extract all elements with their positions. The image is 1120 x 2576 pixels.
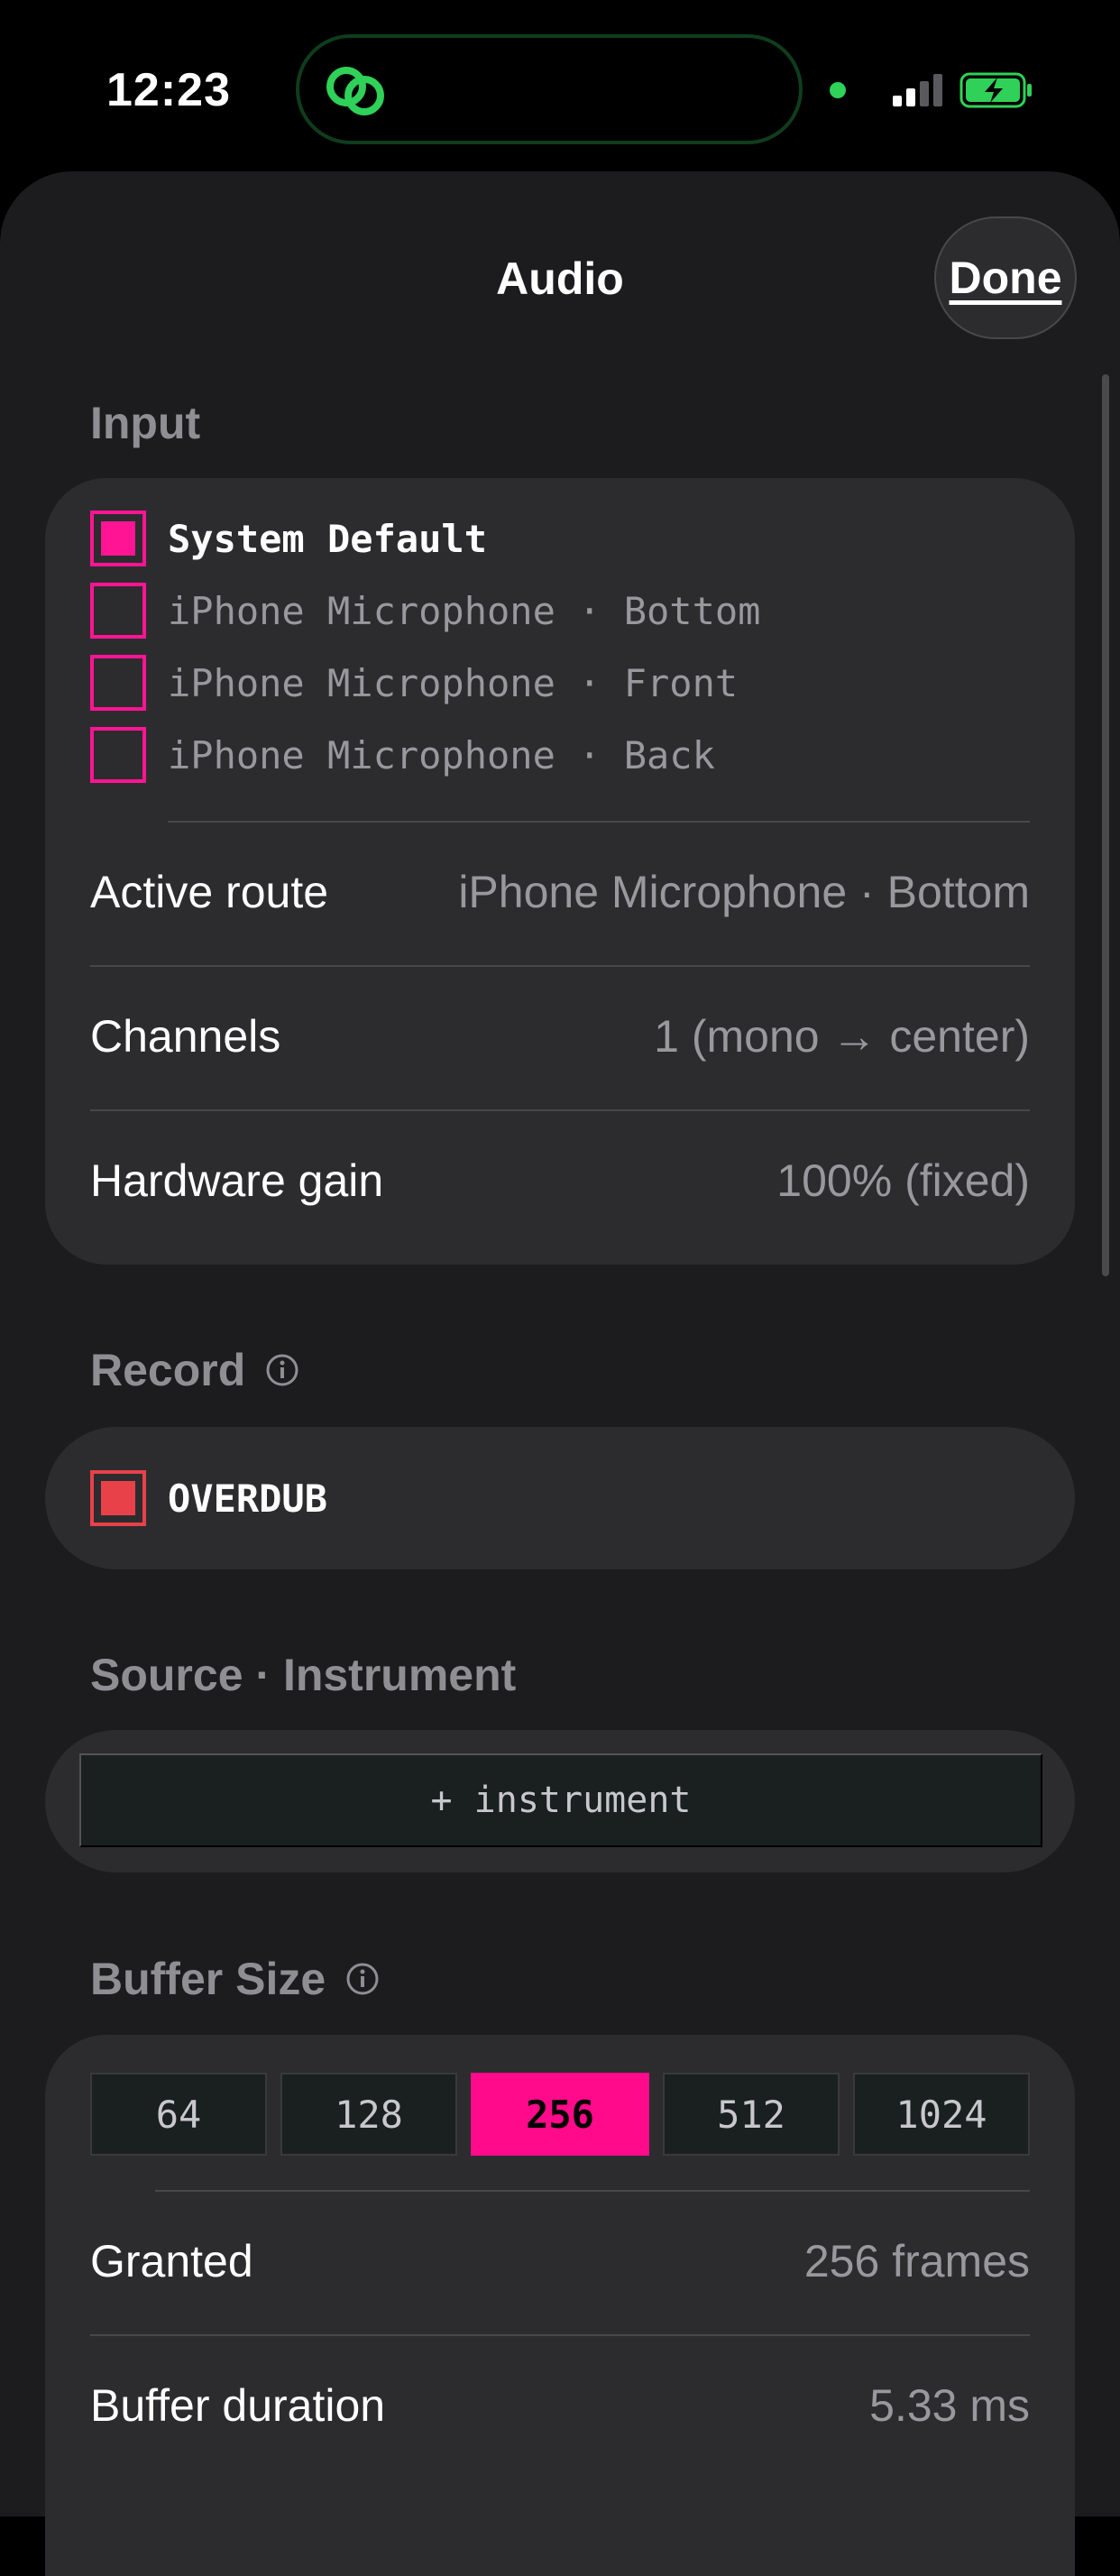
overdub-toggle[interactable]: OVERDUB — [90, 1470, 327, 1526]
channels-row: Channels 1 (mono → center) — [90, 1010, 1030, 1063]
row-value: 5.33 ms — [869, 2380, 1030, 2431]
row-value: 100% (fixed) — [776, 1155, 1030, 1206]
record-label-text: Record — [90, 1345, 246, 1395]
buffer-duration-row: Buffer duration 5.33 ms — [90, 2379, 1030, 2432]
buffer-label-text: Buffer Size — [90, 1954, 326, 2004]
input-option-label: iPhone Microphone · Back — [168, 732, 715, 777]
checkbox[interactable] — [90, 511, 146, 566]
granted-row: Granted 256 frames — [90, 2235, 1030, 2287]
input-option-mic-back[interactable]: iPhone Microphone · Back — [90, 727, 715, 783]
source-section-label: Source · Instrument — [90, 1650, 517, 1700]
buffer-option-128[interactable]: 128 — [280, 2073, 457, 2156]
dynamic-island[interactable] — [296, 34, 803, 144]
source-card: + instrument — [45, 1730, 1075, 1872]
active-route-row: Active route iPhone Microphone · Bottom — [90, 866, 1030, 918]
privacy-indicator-dot — [830, 82, 846, 98]
checkbox-fill — [101, 521, 135, 556]
checkbox-fill — [101, 1481, 135, 1515]
buffer-card: 64 128 256 512 1024 Granted 256 frames B… — [45, 2035, 1075, 2576]
buffer-option-1024[interactable]: 1024 — [853, 2073, 1030, 2156]
row-key: Buffer duration — [90, 2380, 386, 2431]
audio-settings-sheet: Audio Done Input System Default iPhone M… — [0, 171, 1120, 2576]
buffer-option-64[interactable]: 64 — [90, 2073, 267, 2156]
row-key: Active route — [90, 867, 329, 917]
buffer-section-label: Buffer Size — [90, 1953, 380, 2005]
record-card: OVERDUB — [45, 1427, 1075, 1569]
input-card: System Default iPhone Microphone · Botto… — [45, 478, 1075, 1265]
row-key: Hardware gain — [90, 1155, 384, 1206]
info-icon[interactable] — [345, 1962, 380, 1996]
record-section-label: Record — [90, 1344, 299, 1396]
input-option-system-default[interactable]: System Default — [90, 511, 487, 566]
divider — [168, 821, 1030, 823]
checkbox[interactable] — [90, 727, 146, 783]
input-option-label: System Default — [168, 516, 488, 561]
overdub-checkbox[interactable] — [90, 1470, 146, 1526]
row-value: 1 (mono → center) — [654, 1011, 1030, 1062]
battery-charging-icon — [959, 72, 1032, 108]
input-option-label: iPhone Microphone · Bottom — [168, 588, 761, 633]
input-option-mic-front[interactable]: iPhone Microphone · Front — [90, 655, 738, 711]
hardware-gain-row: Hardware gain 100% (fixed) — [90, 1155, 1030, 1207]
divider — [90, 965, 1030, 967]
row-key: Channels — [90, 1011, 281, 1062]
input-section-label: Input — [90, 398, 201, 448]
overdub-label: OVERDUB — [168, 1476, 328, 1521]
checkbox[interactable] — [90, 583, 146, 639]
buffer-option-512[interactable]: 512 — [663, 2073, 840, 2156]
link-rings-icon — [326, 67, 384, 115]
row-key: Granted — [90, 2236, 253, 2286]
add-instrument-button[interactable]: + instrument — [79, 1753, 1042, 1847]
divider — [90, 2334, 1030, 2336]
info-icon[interactable] — [265, 1353, 299, 1387]
done-button[interactable]: Done — [934, 216, 1077, 339]
row-value: iPhone Microphone · Bottom — [458, 867, 1030, 917]
cellular-signal-icon — [893, 74, 942, 106]
input-option-label: iPhone Microphone · Front — [168, 660, 739, 705]
status-time: 12:23 — [106, 64, 231, 116]
buffer-option-256[interactable]: 256 — [471, 2073, 649, 2156]
row-value: 256 frames — [803, 2236, 1030, 2286]
status-bar: 12:23 — [0, 0, 1120, 180]
divider — [155, 2190, 1030, 2192]
input-option-mic-bottom[interactable]: iPhone Microphone · Bottom — [90, 583, 760, 639]
checkbox[interactable] — [90, 655, 146, 711]
scrollbar-thumb[interactable] — [1102, 374, 1109, 1276]
divider — [90, 1109, 1030, 1111]
